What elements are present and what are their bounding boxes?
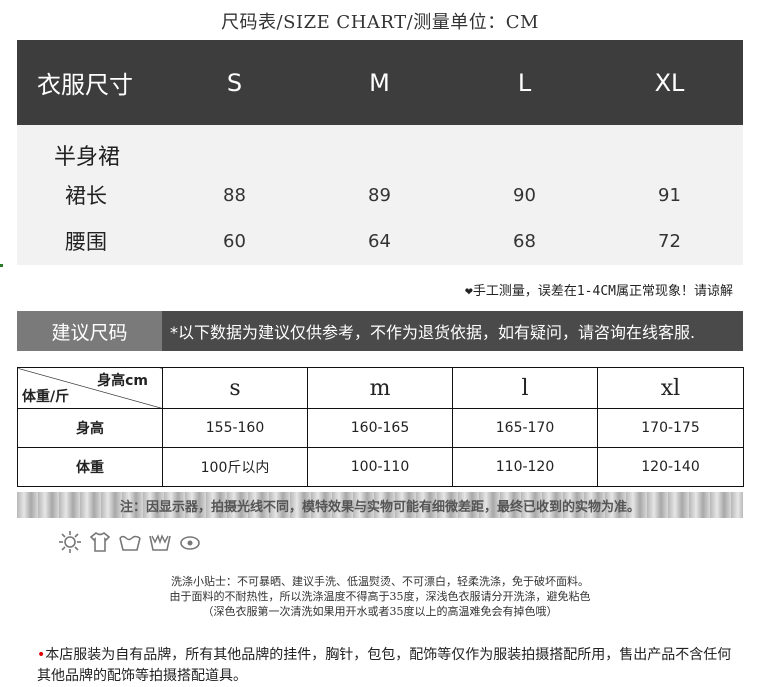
table-cell: 90 [513, 184, 536, 206]
table-cell: 110-120 [452, 447, 598, 487]
no-bleach-icon [180, 536, 200, 550]
wash-basin-icon [149, 534, 171, 551]
wash-tip-line: 由于面料的不耐热性，所以洗涤温度不得高于35度，深浅色衣服请分开洗涤，避免粘色 [169, 590, 591, 603]
row-label: 腰围 [65, 230, 107, 254]
sun-dry-icon [59, 531, 81, 553]
size-chart-body: 半身裙 裙长 88 89 90 91 腰围 60 64 68 72 [17, 125, 743, 265]
suggestion-text: *以下数据为建议仅供参考，不作为退货依据，如有疑问，请咨询在线客服. [162, 311, 743, 351]
table-cell: 72 [658, 230, 681, 252]
corner-top-label: 身高cm [97, 373, 148, 389]
table-header-row: 身高cm 体重/斤 s m l xl [17, 367, 744, 409]
row-label: 体重 [17, 447, 163, 487]
table-row: 身高 155-160 160-165 165-170 170-175 [17, 408, 744, 448]
care-icons [58, 530, 202, 554]
row-label: 裙长 [65, 184, 107, 208]
display-disclaimer: 注：因显示器，拍摄光线不同，模特效果与实物可能有细微差距，最终已收到的实物为准。 [17, 492, 743, 518]
recommend-table: 身高cm 体重/斤 s m l xl 身高 155-160 160-165 16… [17, 367, 744, 487]
measurement-note: ❤手工测量，误差在1-4CM属正常现象！请谅解 [465, 280, 733, 299]
size-xl-header: XL [654, 68, 685, 97]
corner-mark [0, 264, 3, 267]
size-chart-header: 衣服尺寸 S M L XL [17, 40, 743, 125]
header-label: 衣服尺寸 [37, 71, 133, 99]
size-chart: 衣服尺寸 S M L XL 半身裙 裙长 88 89 90 91 腰围 60 6… [17, 40, 743, 265]
store-note-text: 本店服装为自有品牌，所有其他品牌的挂件，胸针，包包，配饰等仅作为服装拍摄搭配所用… [37, 647, 732, 684]
table-cell: 165-170 [452, 408, 598, 448]
table-cell: 100-110 [307, 447, 453, 487]
table-cell: 120-140 [597, 447, 744, 487]
wash-tip-line: 洗涤小贴士：不可暴晒、建议手洗、低温熨烫、不可漂白，轻柔洗涤，免于破坏面料。 [171, 575, 589, 588]
page-title: 尺码表/SIZE CHART/测量单位：CM [221, 12, 539, 33]
table-cell: 100斤以内 [162, 447, 308, 487]
size-s-header: S [226, 68, 243, 97]
store-note: •本店服装为自有品牌，所有其他品牌的挂件，胸针，包包，配饰等仅作为服装拍摄搭配所… [37, 645, 737, 687]
hand-wash-icon [119, 535, 141, 551]
size-l-header: l [452, 367, 598, 409]
corner-cell: 身高cm 体重/斤 [17, 367, 163, 409]
table-row: 腰围 60 64 68 72 [17, 221, 743, 261]
measurement-note-text: 手工测量，误差在1-4CM属正常现象！请谅解 [472, 284, 733, 299]
size-m-header: m [307, 367, 453, 409]
suggestion-bar: 建议尺码 *以下数据为建议仅供参考，不作为退货依据，如有疑问，请咨询在线客服. [17, 311, 743, 351]
table-cell: 170-175 [597, 408, 744, 448]
corner-bottom-label: 体重/斤 [22, 389, 70, 405]
table-cell: 64 [368, 230, 391, 252]
size-xl-header: xl [597, 367, 744, 409]
iron-shirt-icon [89, 531, 111, 552]
table-cell: 91 [658, 184, 681, 206]
section-label: 半身裙 [54, 145, 121, 170]
size-m-header: M [369, 68, 390, 97]
suggestion-label: 建议尺码 [17, 311, 162, 351]
wash-tips: 洗涤小贴士：不可暴晒、建议手洗、低温熨烫、不可漂白，轻柔洗涤，免于破坏面料。 由… [0, 574, 760, 619]
table-cell: 155-160 [162, 408, 308, 448]
table-cell: 89 [368, 184, 391, 206]
table-row: 裙长 88 89 90 91 [17, 175, 743, 215]
size-s-header: s [162, 367, 308, 409]
table-cell: 160-165 [307, 408, 453, 448]
table-cell: 88 [223, 184, 246, 206]
size-l-header: L [517, 68, 532, 97]
wash-tip-line: （深色衣服第一次清洗如果用开水或者35度以上的高温难免会有掉色哦） [202, 605, 558, 618]
heart-icon: ❤ [465, 284, 473, 299]
table-row: 体重 100斤以内 100-110 110-120 120-140 [17, 447, 744, 487]
table-cell: 68 [513, 230, 536, 252]
table-cell: 60 [223, 230, 246, 252]
row-label: 身高 [17, 408, 163, 448]
